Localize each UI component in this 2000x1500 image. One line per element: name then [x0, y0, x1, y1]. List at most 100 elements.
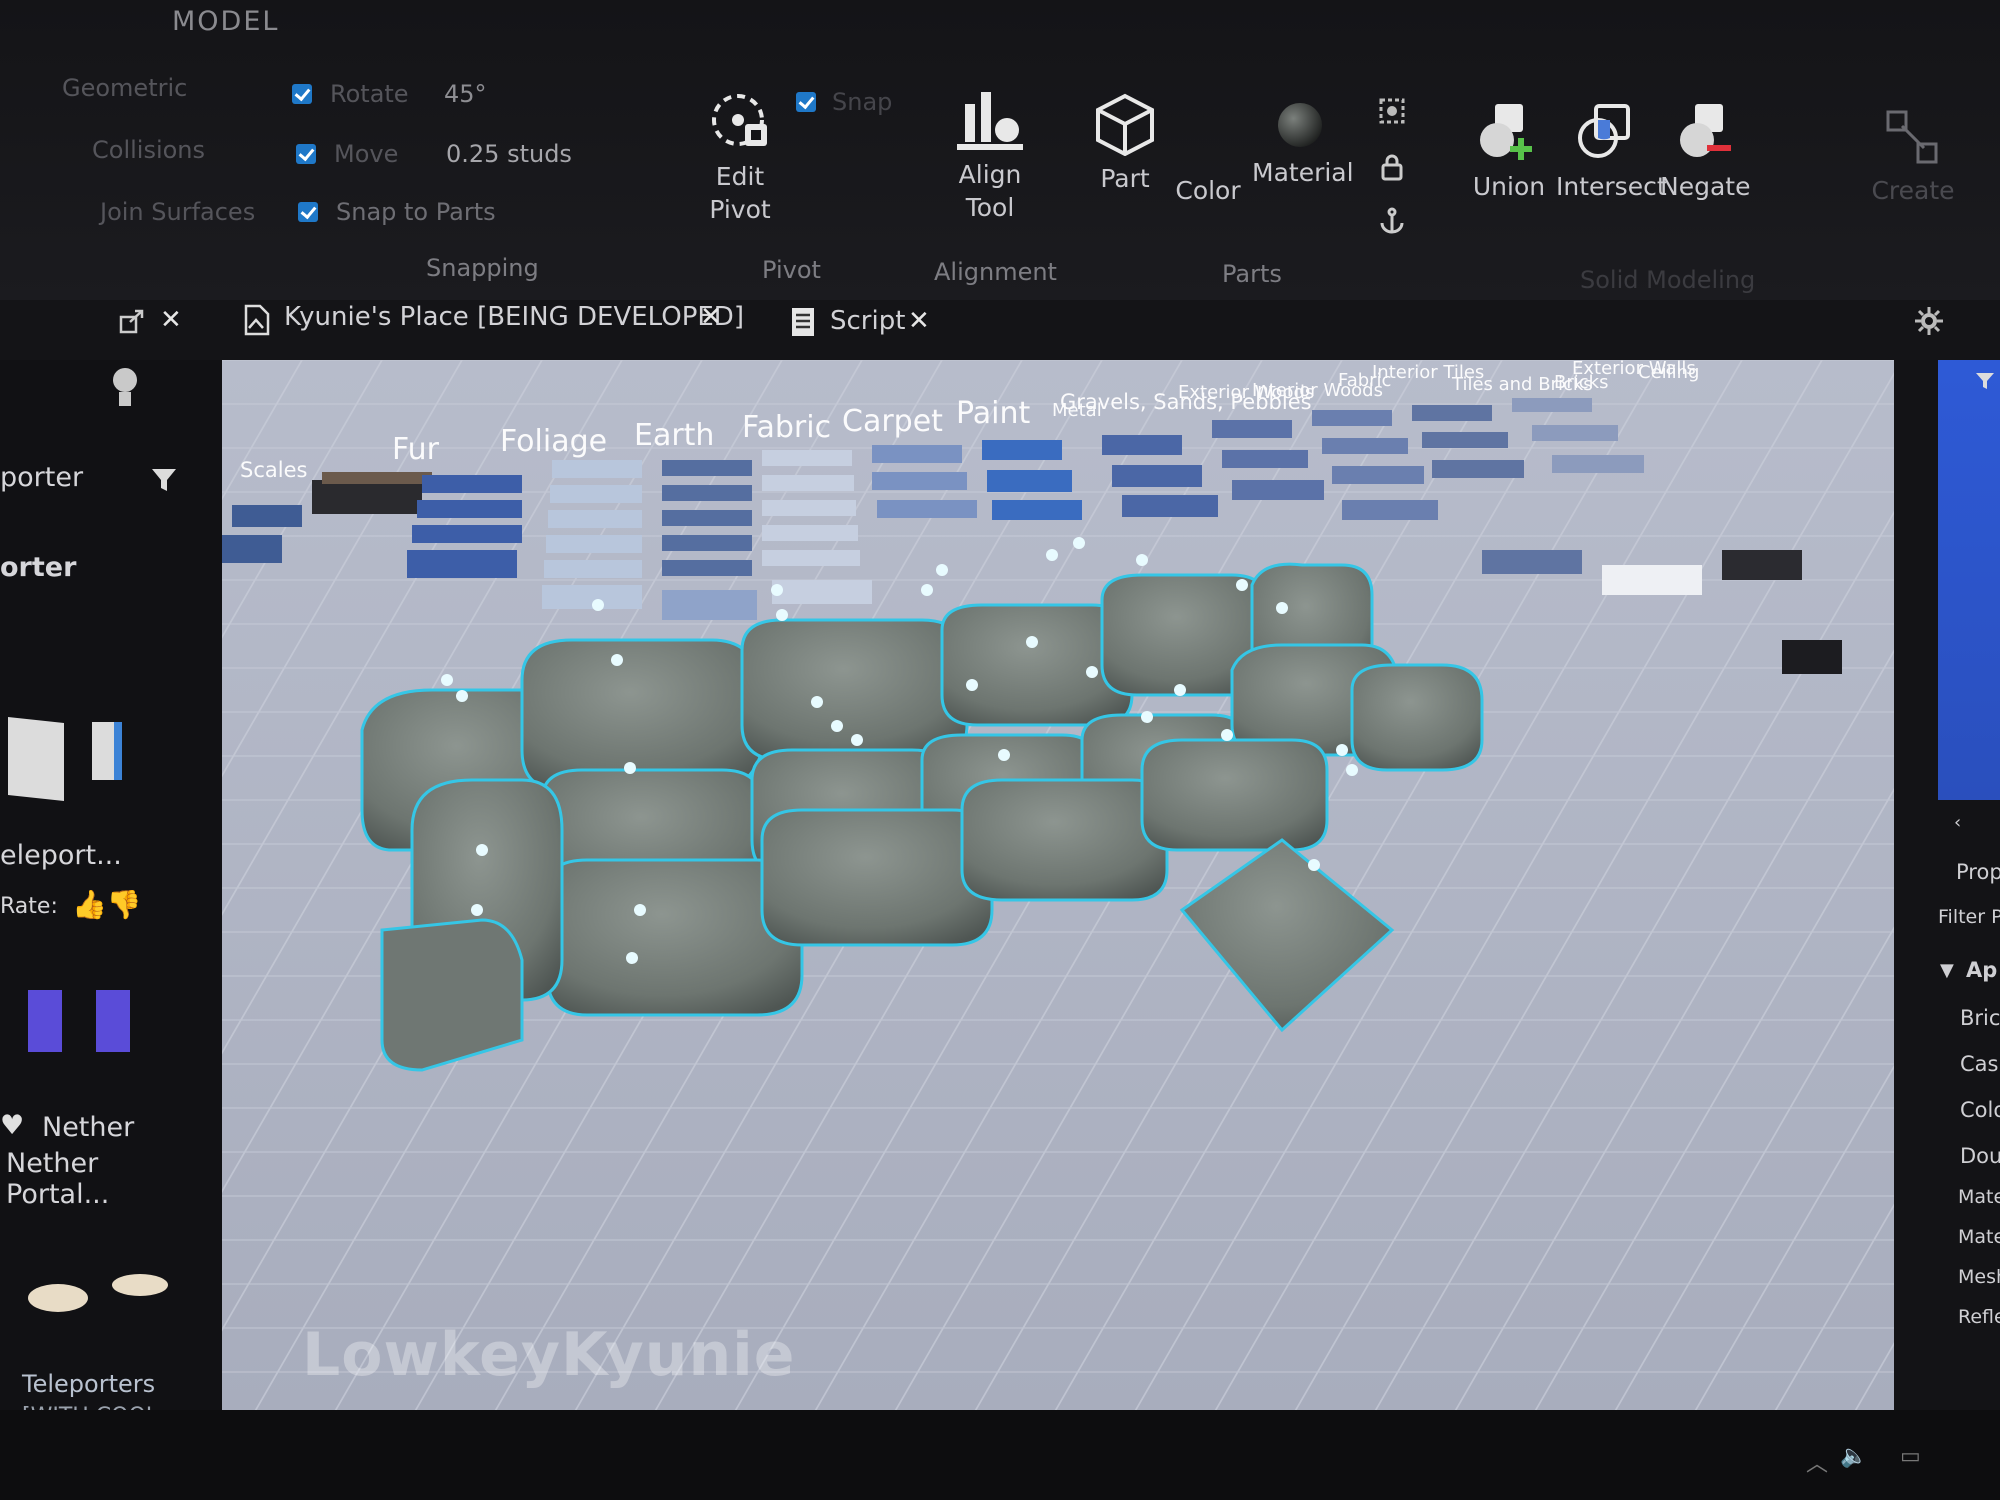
- rotate-checkbox[interactable]: [292, 84, 312, 104]
- lock-icon[interactable]: [1377, 152, 1407, 182]
- property-row[interactable]: Refle: [1958, 1306, 2000, 1328]
- alignment-group-label: Alignment: [934, 258, 1057, 286]
- geometric-option[interactable]: Geometric: [62, 74, 187, 102]
- intersect-label: Intersect: [1556, 172, 1667, 201]
- material-label: Material: [1252, 158, 1354, 187]
- toolbox-item-5[interactable]: Teleporters: [22, 1370, 155, 1398]
- tab-script[interactable]: Script ✕: [790, 302, 940, 358]
- teleporter-pad-a[interactable]: [28, 1284, 88, 1312]
- tray-chevron-icon[interactable]: ︿: [1806, 1446, 1828, 1478]
- tab-place-close-icon[interactable]: ✕: [700, 302, 722, 332]
- category-label: Foliage: [500, 424, 608, 459]
- heart-icon: ♥: [0, 1110, 25, 1141]
- toolbox-item-3[interactable]: eleport...: [0, 840, 122, 871]
- material-button[interactable]: Material: [1252, 100, 1354, 189]
- nether-portal-label-1[interactable]: Nether: [42, 1112, 134, 1143]
- teleporter-thumbnail-b[interactable]: [92, 722, 122, 780]
- portal-thumbnail-b[interactable]: [96, 990, 130, 1052]
- intersect-button[interactable]: Intersect: [1556, 100, 1667, 203]
- property-row[interactable]: Mate: [1958, 1226, 2000, 1248]
- ribbon-toolbar: MODEL Geometric Collisions Join Surfaces…: [0, 0, 2000, 300]
- collisions-option[interactable]: Collisions: [92, 136, 205, 164]
- negate-button[interactable]: Negate: [1660, 100, 1750, 203]
- union-button[interactable]: Union: [1468, 100, 1550, 203]
- tab-place-label: Kyunie's Place [BEING DEVELOPED]: [284, 302, 744, 332]
- category-label: Earth: [634, 418, 715, 453]
- constraint-icon: [1886, 110, 1938, 164]
- tab-place[interactable]: Kyunie's Place [BEING DEVELOPED] ✕: [242, 300, 744, 358]
- expand-arrow-icon[interactable]: ▼: [1940, 960, 1954, 981]
- volume-icon[interactable]: 🔈: [1840, 1444, 1867, 1469]
- property-row[interactable]: Bric: [1960, 1006, 2000, 1030]
- portal-thumbnail-a[interactable]: [28, 990, 62, 1052]
- teleporter-thumbnail-a[interactable]: [8, 717, 64, 801]
- edit-pivot-icon: [712, 94, 767, 146]
- watermark-text: LowkeyKyunie: [302, 1320, 796, 1390]
- category-label: Ceiling: [1638, 362, 1700, 383]
- document-tab-bar: ✕ Kyunie's Place [BEING DEVELOPED] ✕ Scr…: [0, 300, 2000, 360]
- category-label: Paint: [956, 396, 1031, 431]
- properties-panel: ‹ Prop Filter P ▼ Ap Bric Cas Colo Dou M…: [1894, 360, 2000, 1500]
- move-label: Move: [334, 140, 399, 168]
- union-icon: [1480, 104, 1532, 160]
- negate-label: Negate: [1660, 172, 1751, 201]
- property-row[interactable]: Cas: [1960, 1052, 1998, 1076]
- create-label: Create: [1871, 176, 1955, 205]
- rate-label: Rate:: [0, 894, 58, 919]
- studio-window: MODEL Geometric Collisions Join Surfaces…: [0, 0, 2000, 1500]
- property-row[interactable]: Dou: [1960, 1144, 2000, 1168]
- category-label: Scales: [240, 458, 308, 482]
- toolbox-item-2[interactable]: orter: [0, 552, 76, 583]
- material-sphere-icon: [1278, 103, 1322, 147]
- taskbar: ︿ 🔈 ▭: [0, 1410, 2000, 1500]
- move-value[interactable]: 0.25 studs: [446, 140, 572, 168]
- snap-to-parts-label: Snap to Parts: [336, 198, 496, 226]
- teleporter-pad-b[interactable]: [112, 1274, 168, 1296]
- filter-icon[interactable]: [1974, 370, 1996, 392]
- rotate-label: Rotate: [330, 80, 409, 108]
- tab-model[interactable]: MODEL: [172, 6, 279, 37]
- property-row[interactable]: Colo: [1960, 1098, 2000, 1122]
- rotate-value[interactable]: 45°: [444, 80, 487, 108]
- filter-properties-field[interactable]: Filter P: [1938, 906, 2000, 928]
- snap-label: Snap: [832, 88, 893, 116]
- snap-to-parts-checkbox[interactable]: [298, 202, 318, 222]
- filter-icon[interactable]: [150, 466, 178, 494]
- create-button[interactable]: Create: [1868, 108, 1958, 207]
- property-row[interactable]: Mate: [1958, 1186, 2000, 1208]
- close-panel-icon[interactable]: ✕: [160, 305, 182, 335]
- toolbox-item-4[interactable]: Nether Portal...: [6, 1148, 206, 1210]
- viewport-scene[interactable]: [222, 360, 1894, 1410]
- thumbs-rating-icon: 👍👎: [72, 888, 142, 921]
- negate-icon: [1680, 104, 1731, 157]
- toolbox-item-1[interactable]: porter: [0, 462, 83, 493]
- part-label: Part: [1100, 164, 1150, 193]
- color-label: Color: [1175, 176, 1241, 205]
- intersect-icon: [1578, 104, 1630, 158]
- edit-pivot-label: Edit Pivot: [709, 162, 771, 224]
- solid-modeling-group-label: Solid Modeling: [1580, 266, 1756, 294]
- edit-pivot-button[interactable]: Edit Pivot: [690, 84, 790, 226]
- anchor-icon[interactable]: [1377, 206, 1407, 236]
- lightbulb-icon[interactable]: [110, 366, 140, 412]
- tab-script-label: Script: [830, 306, 906, 336]
- tray-icon[interactable]: ▭: [1900, 1444, 1921, 1469]
- property-row[interactable]: Mesh: [1958, 1266, 2000, 1288]
- explorer-selection-bar[interactable]: [1938, 360, 2000, 800]
- snap-checkbox[interactable]: [796, 92, 816, 112]
- 3d-viewport[interactable]: Scales Fur Foliage Earth Fabric Carpet P…: [222, 360, 1894, 1410]
- properties-title: Prop: [1956, 860, 2000, 884]
- tab-script-close-icon[interactable]: ✕: [908, 306, 930, 336]
- color-button[interactable]: Color: [1172, 174, 1244, 207]
- collapse-arrow-icon[interactable]: ‹: [1954, 812, 1961, 833]
- part-button[interactable]: Part: [1090, 92, 1160, 195]
- popout-icon[interactable]: [118, 308, 146, 336]
- align-tool-button[interactable]: Align Tool: [950, 92, 1030, 224]
- settings-gear-icon[interactable]: [1914, 306, 1944, 336]
- appearance-section[interactable]: Ap: [1966, 958, 1997, 982]
- pivot-group-label: Pivot: [762, 256, 821, 284]
- group-icon[interactable]: [1377, 96, 1407, 126]
- join-surfaces-option[interactable]: Join Surfaces: [100, 198, 255, 226]
- move-checkbox[interactable]: [296, 144, 316, 164]
- place-file-icon: [244, 304, 270, 336]
